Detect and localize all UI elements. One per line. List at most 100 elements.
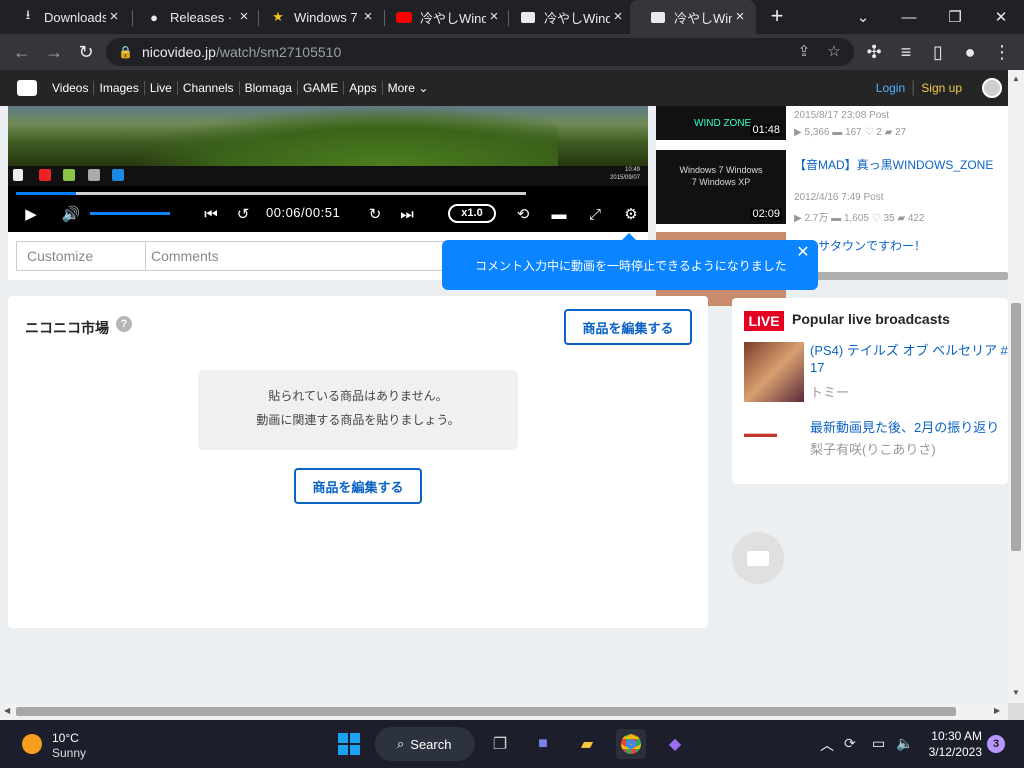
in-video-clock: 10:49 2015/09/07 (609, 167, 640, 181)
horizontal-scrollbar[interactable]: ◀ ▶ (0, 703, 1008, 720)
bookmark-star-icon[interactable]: ☆ (824, 42, 844, 62)
niconico-icon (650, 9, 666, 25)
weather-sun-icon[interactable] (22, 734, 42, 754)
horizontal-scrollbar-thumb[interactable] (16, 707, 956, 716)
chevron-down-icon: ⌄ (418, 81, 429, 95)
live-item-title[interactable]: (PS4) テイルズ オブ ベルセリア #17 (810, 342, 1008, 376)
chrome-icon[interactable] (616, 729, 646, 759)
tray-overflow-icon[interactable]: ︿ (820, 735, 834, 755)
scroll-left-icon[interactable]: ◀ (4, 706, 10, 715)
share-icon[interactable]: ⇪ (794, 42, 814, 62)
skype-icon (112, 169, 124, 181)
tab-niconico-active[interactable]: 冷やしWind × (630, 0, 756, 34)
related-thumbnail[interactable]: Windows 7 Windows 7 Windows XP 02:09 (656, 150, 786, 224)
close-tab-icon[interactable]: × (360, 9, 376, 25)
niconico-logo-icon[interactable] (17, 80, 37, 96)
media-control-icon[interactable]: ≡ (892, 38, 920, 66)
fullscreen-icon[interactable]: ⤢ (584, 204, 606, 224)
loop-icon[interactable]: ⟲ (512, 204, 534, 224)
volume-icon[interactable]: 🔊 (60, 204, 82, 224)
browser-toolbar: ← → ↻ 🔒 nicovideo.jp/watch/sm27105510 ⇪ … (0, 34, 1024, 70)
play-icon[interactable]: ▶ (20, 204, 42, 224)
empty-market-message: 貼られている商品はありません。 動画に関連する商品を貼りましょう。 (198, 370, 518, 450)
new-tab-button[interactable]: + (765, 4, 789, 28)
tab-niconico-1[interactable]: 冷やしWind × (500, 0, 634, 34)
signup-link[interactable]: Sign up (915, 81, 968, 95)
tab-youtube[interactable]: 冷やしWind × (376, 0, 510, 34)
start-button[interactable] (338, 733, 360, 755)
tab-search-icon[interactable]: ⌄ (840, 0, 886, 34)
extensions-icon[interactable]: ✣ (860, 38, 888, 66)
live-thumbnail[interactable] (744, 342, 804, 402)
related-video-title[interactable]: 【音MAD】真っ黒WINDOWS_ZONE (794, 156, 993, 173)
tab-downloads[interactable]: ⭳ Downloads × (0, 0, 130, 34)
vertical-scrollbar[interactable]: ▲ ▼ (1008, 70, 1024, 703)
close-tab-icon[interactable]: × (106, 9, 122, 25)
taskbar-search[interactable]: ⌕ Search (375, 727, 475, 761)
reload-button[interactable]: ↻ (72, 38, 100, 66)
forward-10-icon[interactable]: ↻ (364, 204, 386, 224)
taskbar-clock[interactable]: 10:30 AM 3/12/2023 (922, 728, 982, 760)
nav-live[interactable]: Live (143, 81, 177, 95)
settings-gear-icon[interactable]: ⚙ (620, 204, 642, 224)
customize-button[interactable]: Customize (16, 241, 146, 271)
live-thumbnail[interactable]: ▬▬▬ (744, 418, 804, 452)
skip-back-icon[interactable]: ⏮ (200, 204, 222, 224)
tooltip-text: コメント入力中に動画を一時停止できるようになりました (475, 258, 787, 273)
visual-studio-icon[interactable]: ◆ (660, 729, 690, 759)
feedback-mail-button[interactable] (732, 532, 784, 584)
nav-channels[interactable]: Channels (176, 81, 239, 95)
nav-apps[interactable]: Apps (343, 81, 381, 95)
sync-icon[interactable]: ⟳ (844, 735, 856, 752)
nav-blomaga[interactable]: Blomaga (238, 81, 297, 95)
weather-temperature[interactable]: 10°C (52, 731, 79, 745)
edit-products-label: 商品を編集する (582, 320, 674, 336)
star-icon: ★ (272, 9, 284, 24)
comment-toggle-icon[interactable]: ▬ (548, 204, 570, 224)
side-panel-icon[interactable]: ▯ (924, 38, 952, 66)
back-button[interactable]: ← (8, 38, 36, 66)
help-icon[interactable]: ? (116, 316, 132, 332)
edit-products-button[interactable]: 商品を編集する (564, 309, 692, 345)
playback-speed-button[interactable]: x1.0 (448, 204, 496, 223)
menu-icon[interactable]: ⋮ (988, 38, 1016, 66)
tab-windows7[interactable]: ★ Windows 7 × (250, 0, 384, 34)
related-scrollbar[interactable] (788, 272, 1008, 280)
skip-forward-icon[interactable]: ⏭ (396, 204, 418, 224)
scroll-up-icon[interactable]: ▲ (1012, 74, 1020, 83)
video-player[interactable]: 10:49 2015/09/07 ▶ 🔊 ⏮ ↺ 00:06/00:51 ↻ ⏭ … (8, 106, 648, 232)
nav-images[interactable]: Images (93, 81, 143, 95)
thumb-caption: Windows 7 Windows 7 Windows XP (679, 165, 763, 187)
weather-description[interactable]: Sunny (52, 746, 86, 760)
notification-badge[interactable]: 3 (987, 735, 1005, 753)
close-icon[interactable]: ✕ (796, 245, 810, 261)
task-view-icon[interactable]: ❐ (485, 729, 515, 759)
related-thumbnail[interactable]: WIND ZONE 01:48 (656, 106, 786, 140)
nav-game[interactable]: GAME (296, 81, 343, 95)
profile-icon[interactable]: ● (956, 38, 984, 66)
speaker-icon[interactable]: 🔈 (896, 735, 913, 752)
live-item-title[interactable]: 最新動画見た後、2月の振り返り (810, 419, 999, 436)
vertical-scrollbar-thumb[interactable] (1011, 303, 1021, 551)
avatar[interactable] (982, 78, 1002, 98)
nav-more[interactable]: More ⌄ (381, 81, 434, 95)
address-bar[interactable]: 🔒 nicovideo.jp/watch/sm27105510 ⇪ ☆ (106, 38, 854, 66)
close-tab-icon[interactable]: × (732, 9, 748, 25)
network-icon[interactable]: ▭ (872, 735, 885, 752)
minimize-button[interactable]: — (886, 0, 932, 34)
forward-button[interactable]: → (40, 38, 68, 66)
close-window-button[interactable]: ✕ (978, 0, 1024, 34)
comment-input[interactable]: Comments (145, 241, 445, 271)
scroll-right-icon[interactable]: ▶ (994, 706, 1000, 715)
nav-videos[interactable]: Videos (47, 81, 93, 95)
teams-icon[interactable]: ■ (528, 729, 558, 759)
rewind-10-icon[interactable]: ↺ (232, 204, 254, 224)
restore-button[interactable]: ❐ (932, 0, 978, 34)
file-explorer-icon[interactable]: ▰ (572, 729, 602, 759)
scroll-down-icon[interactable]: ▼ (1012, 688, 1020, 697)
tab-releases[interactable]: ● Releases · g × (126, 0, 260, 34)
edit-products-button[interactable]: 商品を編集する (294, 468, 422, 504)
login-link[interactable]: Login (870, 81, 911, 95)
live-item-user: 梨子有咲(りこありさ) (810, 442, 936, 457)
close-tab-icon[interactable]: × (610, 9, 626, 25)
